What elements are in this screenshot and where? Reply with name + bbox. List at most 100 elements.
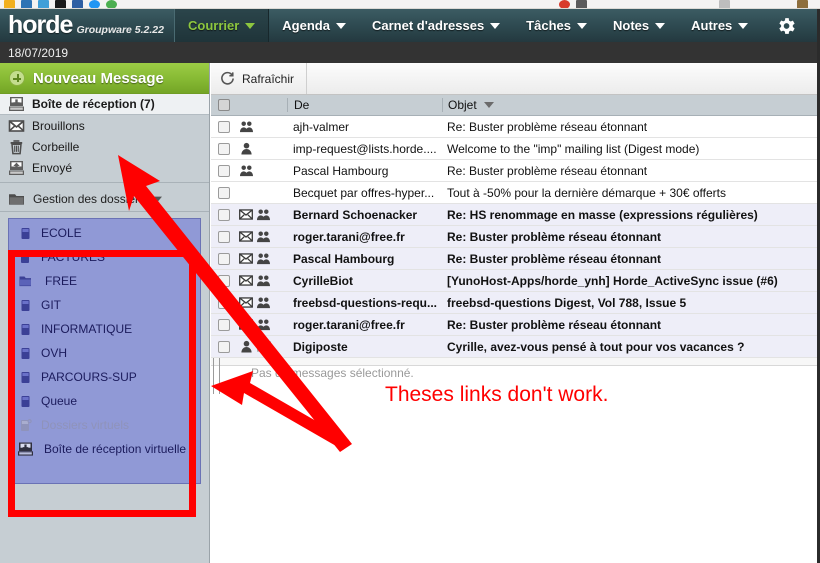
row-checkbox[interactable] [218, 252, 230, 265]
row-select-cell[interactable] [211, 230, 237, 243]
row-status-icons [237, 164, 287, 177]
no-message-selected-text: Pas de messages sélectionné. [251, 366, 414, 380]
folder-item-dossiers-virtuels[interactable]: Dossiers virtuels [9, 413, 200, 437]
row-select-cell[interactable] [211, 252, 237, 265]
row-select-cell[interactable] [211, 164, 237, 177]
folder-item-git[interactable]: GIT [9, 293, 200, 317]
row-select-cell[interactable] [211, 296, 237, 309]
nav-item-notes[interactable]: Notes [600, 9, 678, 42]
row-select-cell[interactable] [211, 120, 237, 133]
bookmark-icon[interactable] [559, 0, 570, 8]
bookmark-icon[interactable] [38, 0, 49, 8]
bookmark-icon[interactable] [55, 0, 66, 8]
sidebar-item-folder-management[interactable]: Gestion des dossiers [0, 187, 209, 211]
chevron-down-icon [738, 22, 749, 29]
table-row[interactable]: roger.tarani@free.fr Re: Buster problème… [211, 226, 819, 248]
row-select-cell[interactable] [211, 340, 237, 353]
trash-icon [8, 139, 25, 155]
sidebar-item-inbox[interactable]: Boîte de réception (7) [0, 94, 209, 115]
table-row[interactable]: Bernard Schoenacker Re: HS renommage en … [211, 204, 819, 226]
row-checkbox[interactable] [218, 186, 230, 199]
row-select-cell[interactable] [211, 274, 237, 287]
row-checkbox[interactable] [218, 318, 230, 331]
row-checkbox[interactable] [218, 120, 230, 133]
nav-item-courrier[interactable]: Courrier [174, 9, 270, 42]
folder-item-boite-reception-virtuelle[interactable]: Boîte de réception virtuelle [9, 437, 200, 461]
row-select-cell[interactable] [211, 142, 237, 155]
bookmark-icon[interactable] [719, 0, 730, 8]
sidebar-item-brouillons[interactable]: Brouillons [0, 115, 209, 136]
table-row[interactable]: Pascal Hambourg Re: Buster problème rése… [211, 160, 819, 182]
nav-item-agenda[interactable]: Agenda [269, 9, 359, 42]
folder-item-free[interactable]: FREE [9, 269, 200, 293]
table-row[interactable]: imp-request@lists.horde.... Welcome to t… [211, 138, 819, 160]
select-all-checkbox[interactable] [218, 99, 230, 111]
folder-item-ovh[interactable]: OVH [9, 341, 200, 365]
bookmark-icon[interactable] [106, 0, 117, 8]
bookmark-icon[interactable] [797, 0, 808, 8]
row-checkbox[interactable] [218, 230, 230, 243]
sidebar-item-envoye[interactable]: Envoyé [0, 157, 209, 178]
bookmark-icon[interactable] [576, 0, 587, 8]
folder-item-queue[interactable]: Queue [9, 389, 200, 413]
bookmark-icon[interactable] [72, 0, 83, 8]
refresh-button[interactable]: Rafraîchir [211, 63, 308, 94]
bookmark-icon[interactable] [593, 0, 713, 8]
folder-closed-icon [17, 321, 34, 337]
table-row[interactable]: CyrilleBiot [YunoHost-Apps/horde_ynh] Ho… [211, 270, 819, 292]
splitter-grip-handle[interactable] [213, 358, 220, 394]
sidebar-item-corbeille[interactable]: Corbeille [0, 136, 209, 157]
row-checkbox[interactable] [218, 340, 230, 353]
table-row[interactable]: Pascal Hambourg Re: Buster problème rése… [211, 248, 819, 270]
row-checkbox[interactable] [218, 208, 230, 221]
chevron-down-icon [490, 22, 501, 29]
bookmark-icon[interactable] [736, 0, 791, 8]
folder-item-label: Boîte de réception virtuelle [44, 442, 187, 456]
browser-bookmark-bar[interactable] [0, 0, 820, 9]
bookmark-icon[interactable] [123, 0, 553, 8]
row-checkbox[interactable] [218, 142, 230, 155]
bookmark-icon[interactable] [21, 0, 32, 8]
nav-item-label: Autres [691, 18, 733, 33]
chevron-down-icon [335, 22, 346, 29]
new-message-button[interactable]: Nouveau Message [0, 63, 209, 94]
horde-logo[interactable]: horde Groupware 5.2.22 [0, 9, 174, 42]
column-header-from[interactable]: De [287, 98, 442, 112]
group-icon [257, 253, 270, 265]
drafts-envelope-icon [8, 118, 25, 134]
row-checkbox[interactable] [218, 274, 230, 287]
message-subject: Re: Buster problème réseau étonnant [447, 119, 648, 134]
sidebar-item-label: Brouillons [32, 118, 85, 133]
folder-item-informatique[interactable]: INFORMATIQUE [9, 317, 200, 341]
row-checkbox[interactable] [218, 164, 230, 177]
settings-button[interactable] [761, 9, 811, 42]
row-select-cell[interactable] [211, 208, 237, 221]
table-row[interactable]: Digiposte Cyrille, avez-vous pensé à tou… [211, 336, 819, 358]
bookmark-icon[interactable] [89, 0, 100, 8]
row-select-cell[interactable] [211, 186, 237, 199]
row-checkbox[interactable] [218, 296, 230, 309]
table-row[interactable]: roger.tarani@free.fr Re: Buster problème… [211, 314, 819, 336]
nav-item-taches[interactable]: Tâches [513, 9, 600, 42]
row-select-cell[interactable] [211, 318, 237, 331]
folder-item-ecole[interactable]: ECOLE [9, 221, 200, 245]
column-header-subject[interactable]: Objet [442, 98, 819, 112]
nav-item-label: Notes [612, 18, 650, 33]
table-row[interactable]: freebsd-questions-requ... freebsd-questi… [211, 292, 819, 314]
nav-item-autres[interactable]: Autres [678, 9, 761, 42]
refresh-label: Rafraîchir [242, 71, 295, 86]
message-subject: freebsd-questions Digest, Vol 788, Issue… [447, 295, 687, 310]
table-row[interactable]: ajh-valmer Re: Buster problème réseau ét… [211, 116, 819, 138]
bookmark-icon[interactable] [4, 0, 15, 8]
message-from: roger.tarani@free.fr [293, 229, 405, 244]
folder-item-factures[interactable]: FACTURES [9, 245, 200, 269]
folder-closed-icon [17, 369, 34, 385]
preview-splitter[interactable]: Pas de messages sélectionné. [211, 358, 819, 394]
chevron-down-icon [245, 22, 256, 29]
table-row[interactable]: Becquet par offres-hyper... Tout à -50% … [211, 182, 819, 204]
group-icon [240, 165, 253, 177]
nav-item-carnet-adresses[interactable]: Carnet d'adresses [359, 9, 513, 42]
folder-item-parcours-sup[interactable]: PARCOURS-SUP [9, 365, 200, 389]
message-from: Becquet par offres-hyper... [293, 185, 435, 200]
select-all-cell[interactable] [211, 99, 237, 111]
